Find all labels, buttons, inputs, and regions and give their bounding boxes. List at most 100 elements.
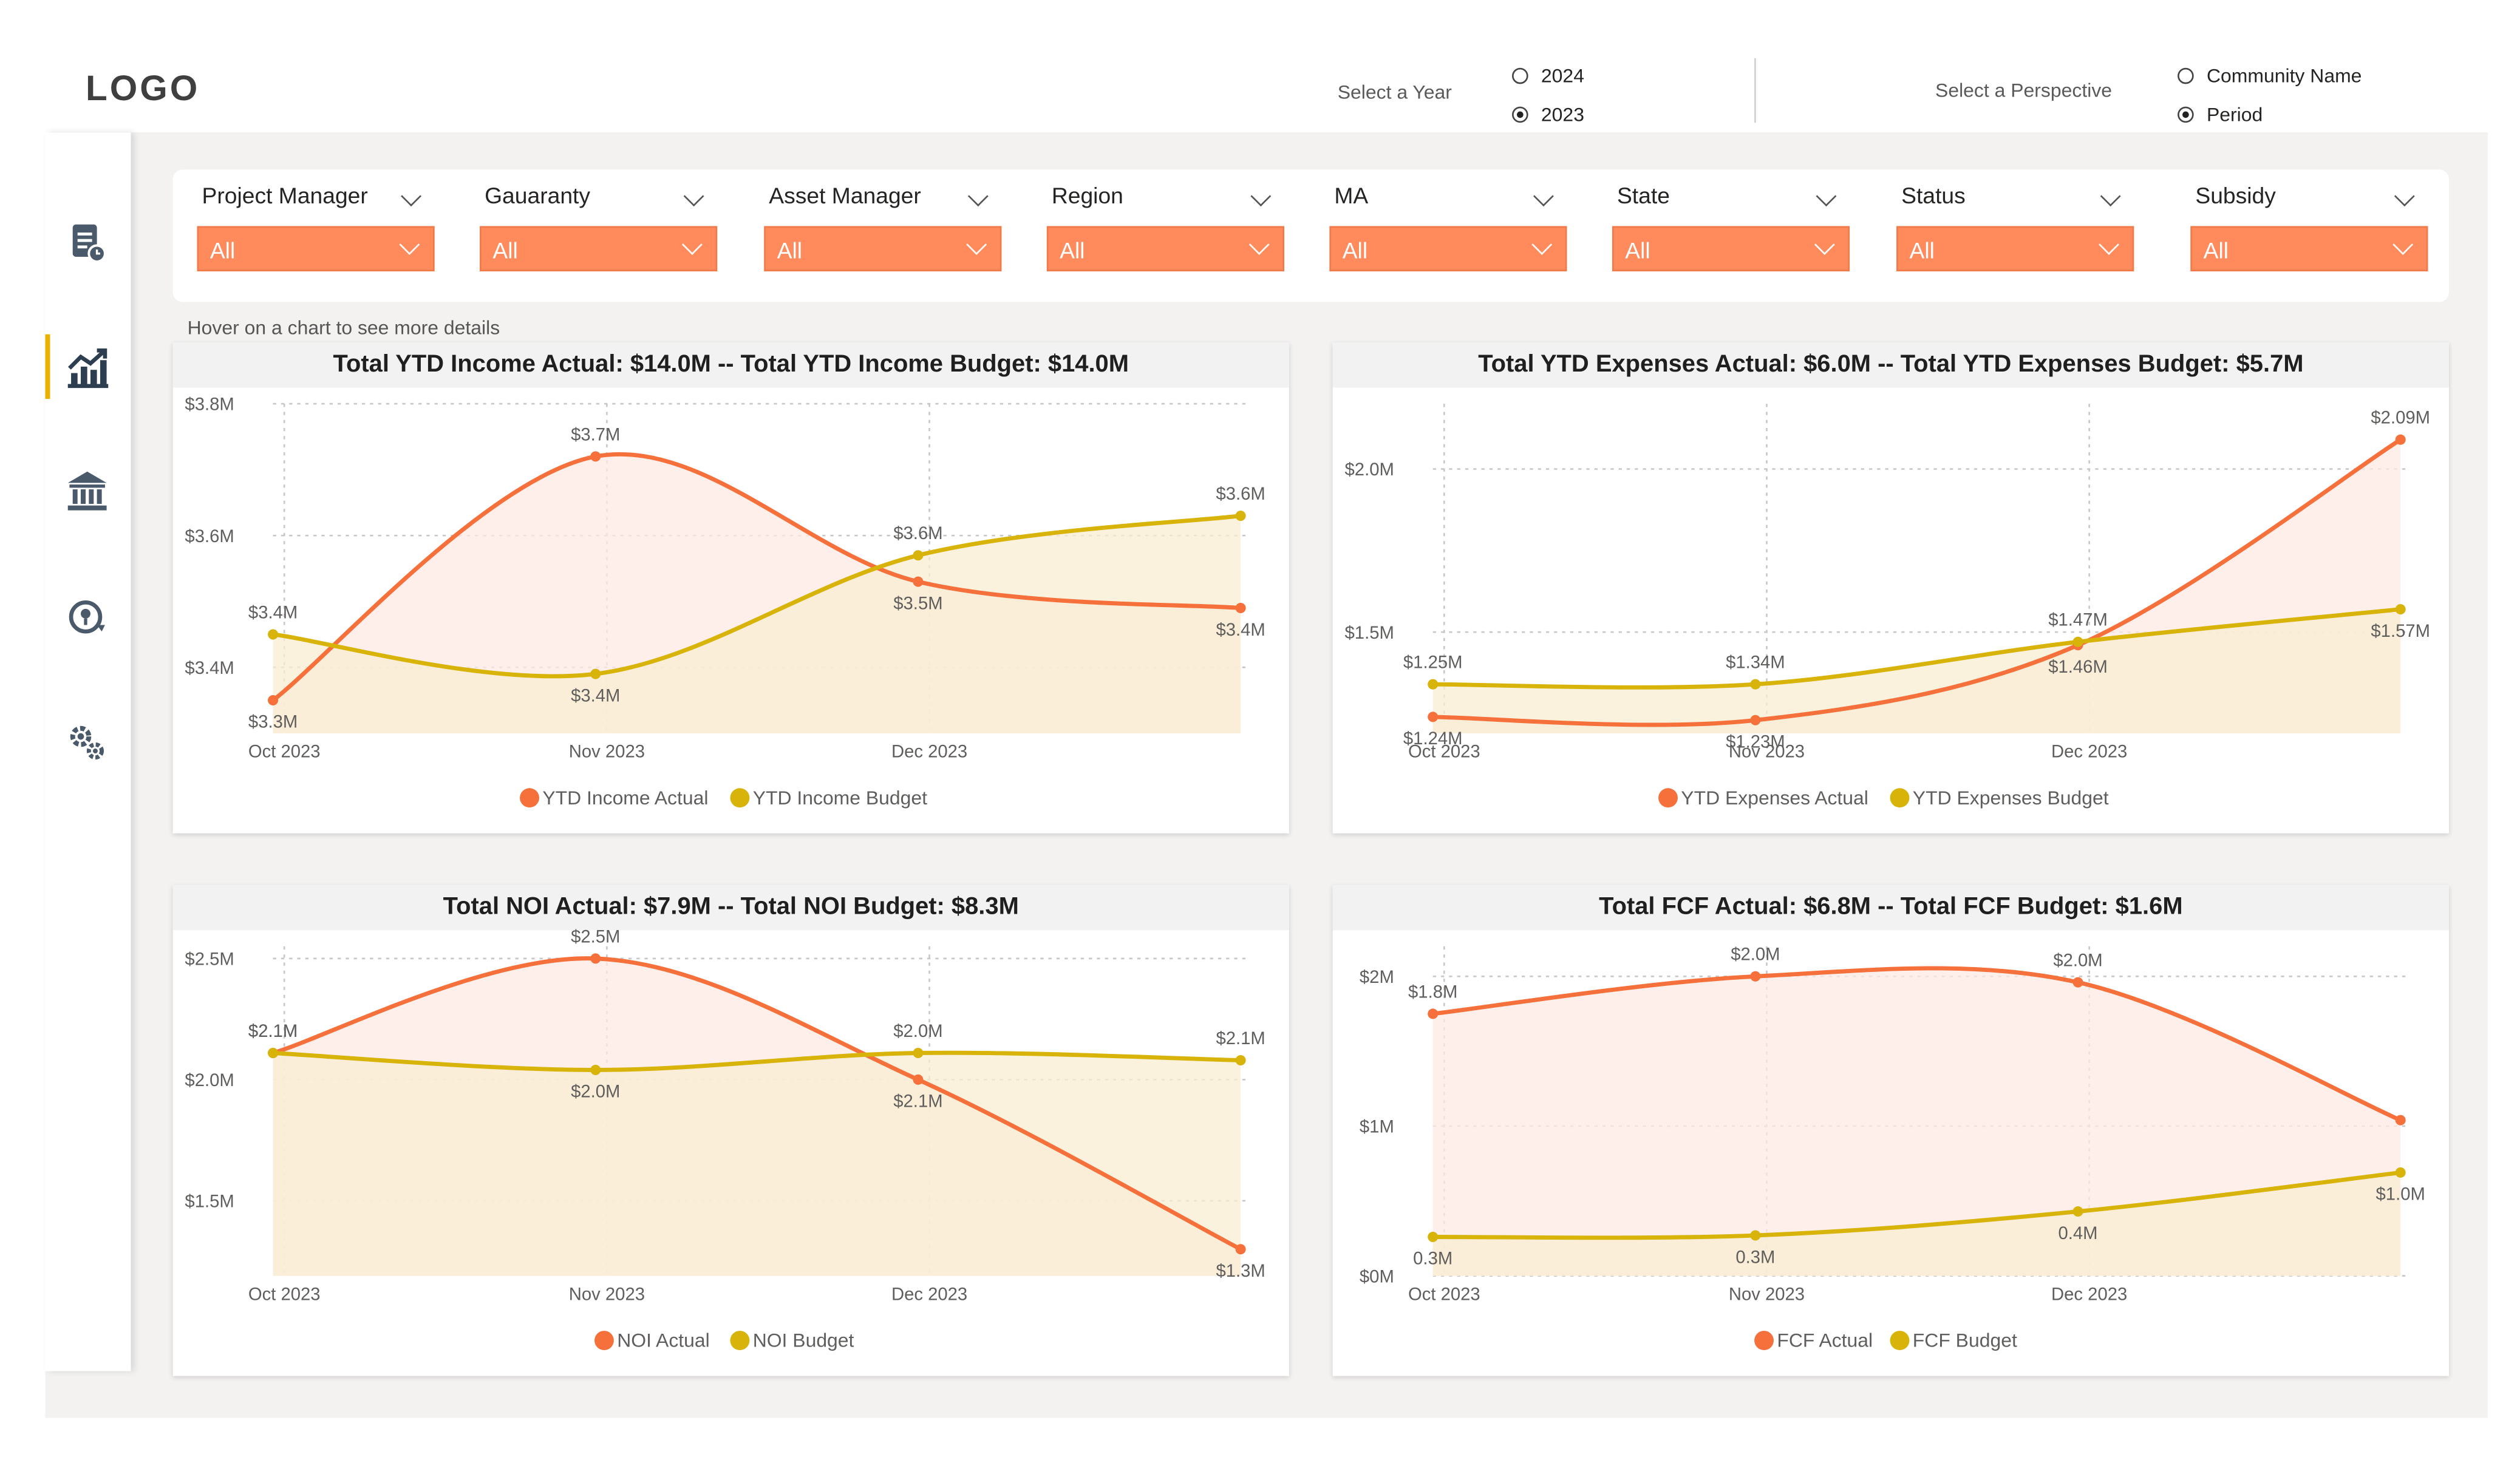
data-label: $2.09M <box>2371 409 2430 428</box>
header-bar: LOGO Select a Year 2024 2023 Select a Pe… <box>45 45 2488 134</box>
data-point <box>913 1074 924 1085</box>
filter-value: All <box>492 237 518 263</box>
filter-bar: Project Manager All Gauaranty All Asset … <box>172 169 2450 302</box>
expenses-chart[interactable]: $1.5M$2.0MOct 2023 Nov 2023 Dec 2023$1.24M… <box>1333 342 2449 834</box>
chevron-down-icon[interactable] <box>1816 186 1837 207</box>
y-tick-label: $2.5M <box>185 950 234 970</box>
perspective-selector-label: Select a Perspective <box>1935 79 2113 102</box>
chart-card-income[interactable]: Total YTD Income Actual: $14.0M -- Total… <box>172 342 1289 834</box>
filter-label: MA <box>1334 182 1369 209</box>
data-point <box>913 1048 924 1059</box>
filter-dropdown[interactable]: All <box>1896 226 2134 271</box>
legend-marker <box>594 1331 614 1351</box>
radio-period-selected-icon[interactable] <box>2178 106 2194 123</box>
filter-state: State All <box>1588 169 1850 302</box>
data-label: $3.6M <box>893 524 942 543</box>
data-label: $3.6M <box>1216 484 1265 504</box>
data-label: $2.1M <box>248 1022 298 1041</box>
filter-dropdown[interactable]: All <box>1612 226 1850 271</box>
trending-chart-icon[interactable] <box>61 342 113 394</box>
x-tick-label: Nov 2023 <box>1729 1285 1805 1305</box>
y-tick-label: $1.5M <box>185 1192 234 1212</box>
legend-label: FCF Budget <box>1913 1330 2017 1351</box>
data-point <box>2072 977 2083 988</box>
noi-chart[interactable]: $1.5M $2.0M $2.5M Oct 2023 Nov 2023 Dec 2023 $… <box>173 885 1289 1376</box>
year-option-label: 2024 <box>1541 64 1584 87</box>
chevron-down-icon[interactable] <box>2100 186 2121 207</box>
data-label: 0.4M <box>2059 1224 2098 1243</box>
legend-label: FCF Actual <box>1777 1330 1873 1351</box>
y-tick-label: $3.4M <box>185 659 234 678</box>
x-tick-label: Dec 2023 <box>2051 742 2127 762</box>
chevron-down-icon[interactable] <box>1250 186 1272 207</box>
data-point <box>1235 1055 1246 1065</box>
filter-dropdown[interactable]: All <box>197 226 435 271</box>
filter-value: All <box>2203 237 2229 263</box>
perspective-option-period[interactable]: Period <box>2178 103 2263 126</box>
data-label: $1.57M <box>2371 622 2430 641</box>
radio-community-icon[interactable] <box>2178 67 2194 84</box>
perspective-option-community[interactable]: Community Name <box>2178 64 2362 87</box>
location-refresh-icon[interactable] <box>61 591 113 643</box>
income-chart[interactable]: $3.4M $3.6M $3.8M Oct 2023 Nov 2023 Dec 2023 $… <box>173 342 1289 834</box>
filter-label: Subsidy <box>2195 182 2276 209</box>
chart-card-fcf[interactable]: Total FCF Actual: $6.8M -- Total FCF Bud… <box>1332 885 2450 1376</box>
active-nav-indicator <box>45 334 50 399</box>
data-point <box>1750 679 1761 690</box>
bank-icon[interactable] <box>61 465 113 517</box>
filter-dropdown[interactable]: All <box>2190 226 2428 271</box>
data-label: $3.4M <box>571 686 620 705</box>
data-point <box>590 953 601 964</box>
report-icon[interactable] <box>61 216 113 268</box>
legend-label: YTD Expenses Actual <box>1681 787 1868 809</box>
chart-card-noi[interactable]: Total NOI Actual: $7.9M -- Total NOI Bud… <box>172 885 1289 1376</box>
chevron-down-icon <box>1248 234 1270 255</box>
year-option-2024[interactable]: 2024 <box>1512 64 1584 87</box>
filter-status: Status All <box>1872 169 2134 302</box>
data-label: $3.3M <box>248 713 298 732</box>
data-point <box>590 451 601 462</box>
chart-legend: NOI Actual NOI Budget <box>594 1330 854 1351</box>
data-point <box>268 629 279 640</box>
chart-card-expenses[interactable]: Total YTD Expenses Actual: $6.0M -- Tota… <box>1332 342 2450 834</box>
legend-marker <box>1658 788 1678 808</box>
data-label: $1.46M <box>2048 657 2108 677</box>
year-option-2023[interactable]: 2023 <box>1512 103 1584 126</box>
filter-label: Asset Manager <box>769 182 921 209</box>
x-tick-label: Oct 2023 <box>248 742 321 762</box>
data-point <box>1235 603 1246 614</box>
data-label: $3.4M <box>1216 620 1265 640</box>
chevron-down-icon[interactable] <box>1533 186 1554 207</box>
filter-asset-manager: Asset Manager All <box>740 169 1002 302</box>
legend-marker <box>730 1331 750 1351</box>
legend-label: NOI Budget <box>753 1330 854 1351</box>
x-tick-label: Dec 2023 <box>2051 1285 2127 1305</box>
legend-marker <box>520 788 540 808</box>
x-tick-label: Dec 2023 <box>891 742 967 762</box>
data-label: $1.0M <box>2376 1185 2425 1204</box>
fcf-chart[interactable]: $0M $1M $2M Oct 2023 Nov 2023 Dec 2023 $1.8M $2… <box>1333 885 2449 1376</box>
year-selector-label: Select a Year <box>1337 81 1452 104</box>
chevron-down-icon[interactable] <box>967 186 989 207</box>
radio-2024-icon[interactable] <box>1512 67 1528 84</box>
chevron-down-icon[interactable] <box>683 186 704 207</box>
y-tick-label: $3.6M <box>185 527 234 546</box>
filter-subsidy: Subsidy All <box>2166 169 2428 302</box>
data-label: $1.8M <box>1408 982 1457 1002</box>
data-point <box>1428 712 1439 722</box>
radio-2023-selected-icon[interactable] <box>1512 106 1528 123</box>
data-point <box>913 550 924 561</box>
data-label: $2.0M <box>2053 951 2102 971</box>
data-label: 0.3M <box>1413 1249 1452 1269</box>
filter-project-manager: Project Manager All <box>173 169 435 302</box>
year-option-label: 2023 <box>1541 103 1584 126</box>
filter-dropdown[interactable]: All <box>1329 226 1567 271</box>
legend-label: YTD Income Actual <box>542 787 708 809</box>
filter-dropdown[interactable]: All <box>764 226 1002 271</box>
chevron-down-icon[interactable] <box>401 186 421 207</box>
filter-dropdown[interactable]: All <box>480 226 718 271</box>
chevron-down-icon[interactable] <box>2394 186 2415 207</box>
legend-marker <box>730 788 750 808</box>
filter-dropdown[interactable]: All <box>1046 226 1284 271</box>
settings-gears-icon[interactable] <box>61 717 113 769</box>
